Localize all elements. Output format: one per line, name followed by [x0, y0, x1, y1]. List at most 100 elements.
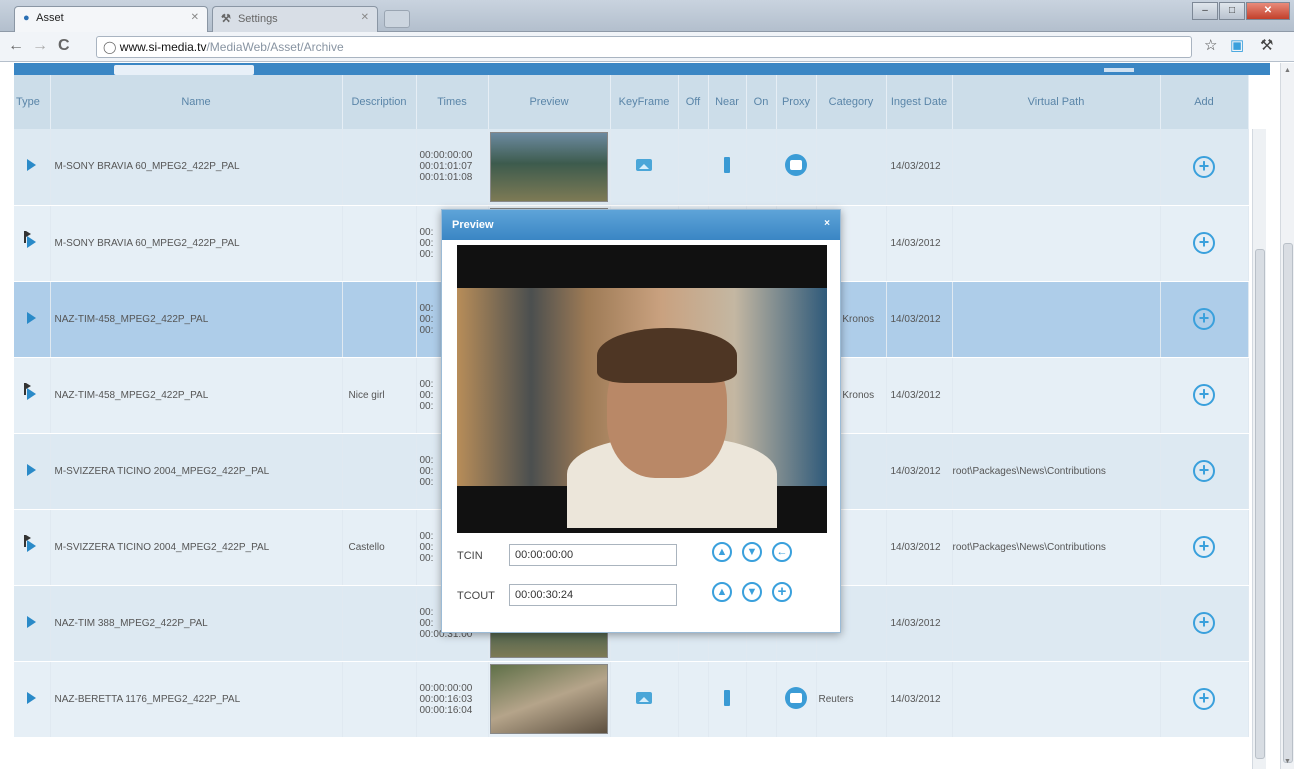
tab-close-icon[interactable]: ✕ — [191, 12, 199, 23]
preview-cell[interactable] — [488, 661, 611, 738]
preview-thumbnail[interactable] — [490, 664, 608, 734]
preview-thumbnail[interactable] — [490, 131, 608, 202]
tcout-up-icon[interactable]: ▲ — [712, 582, 732, 602]
forward-arrow-icon[interactable]: → — [32, 38, 48, 54]
column-header[interactable]: Add — [1160, 75, 1249, 129]
column-header[interactable]: Type — [14, 75, 51, 129]
add-icon[interactable]: + — [1193, 688, 1215, 710]
table-row[interactable]: M-SONY BRAVIA 60_MPEG2_422P_PAL 00:00:00:… — [14, 129, 1249, 206]
type-cell[interactable] — [14, 433, 51, 510]
type-cell[interactable] — [14, 661, 51, 738]
preview-cell[interactable] — [488, 129, 611, 206]
category-cell: Reuters — [816, 661, 887, 738]
type-cell[interactable] — [14, 129, 51, 206]
page-scrollbar[interactable]: ▲ ▼ — [1280, 63, 1294, 769]
play-icon[interactable] — [27, 311, 37, 324]
add-icon[interactable]: + — [772, 582, 792, 602]
play-icon[interactable] — [27, 463, 37, 476]
add-icon[interactable]: + — [1193, 536, 1215, 558]
address-bar[interactable]: ◯ www.si-media.tv/MediaWeb/Asset/Archive — [96, 36, 1192, 58]
play-icon[interactable] — [27, 615, 37, 628]
type-cell[interactable] — [14, 585, 51, 662]
scroll-down-icon[interactable]: ▼ — [1284, 758, 1291, 765]
tcin-field[interactable] — [509, 544, 677, 566]
tcin-down-icon[interactable]: ▼ — [742, 542, 762, 562]
close-icon[interactable]: × — [824, 218, 830, 229]
search-field[interactable] — [114, 65, 254, 75]
column-header[interactable]: Proxy — [776, 75, 817, 129]
tcin-up-icon[interactable]: ▲ — [712, 542, 732, 562]
back-arrow-icon[interactable]: ← — [772, 542, 792, 562]
play-icon[interactable] — [27, 539, 37, 552]
wrench-icon[interactable]: ⚒ — [1260, 38, 1273, 54]
toolbar-strip — [14, 63, 1270, 75]
extension-icon[interactable]: ▣ — [1230, 38, 1244, 54]
scroll-up-icon[interactable]: ▲ — [1284, 67, 1291, 74]
near-cell — [708, 129, 747, 206]
description-cell — [342, 205, 417, 282]
page-scrollbar-thumb[interactable] — [1283, 243, 1293, 763]
image-icon[interactable] — [636, 691, 652, 704]
column-header[interactable]: Category — [816, 75, 887, 129]
star-icon[interactable]: ☆ — [1204, 38, 1217, 54]
virtual-path-cell: root\Packages\News\Contributions — [952, 433, 1161, 510]
table-row[interactable]: NAZ-BERETTA 1176_MPEG2_422P_PAL 00:00:00:… — [14, 661, 1249, 738]
add-icon[interactable]: + — [1193, 308, 1215, 330]
tcout-field[interactable] — [509, 584, 677, 606]
on-cell — [746, 129, 777, 206]
add-icon[interactable]: + — [1193, 460, 1215, 482]
tab-close-icon[interactable]: ✕ — [361, 12, 369, 23]
tcout-down-icon[interactable]: ▼ — [742, 582, 762, 602]
proxy-cell[interactable] — [776, 129, 817, 206]
proxy-video-icon[interactable] — [785, 686, 807, 709]
keyframe-cell[interactable] — [610, 661, 679, 738]
column-header[interactable]: Preview — [488, 75, 611, 129]
preview-title-text: Preview — [452, 219, 494, 231]
keyframe-cell[interactable] — [610, 129, 679, 206]
tab-settings[interactable]: ⚒ Settings ✕ — [212, 6, 378, 32]
reload-icon[interactable]: C — [58, 38, 70, 54]
proxy-cell[interactable] — [776, 661, 817, 738]
maximize-icon[interactable]: □ — [1219, 2, 1245, 20]
column-header[interactable]: Off — [678, 75, 709, 129]
play-icon[interactable] — [27, 159, 37, 172]
play-icon[interactable] — [27, 387, 37, 400]
type-cell[interactable] — [14, 357, 51, 434]
column-header[interactable]: On — [746, 75, 777, 129]
column-header[interactable]: Virtual Path — [952, 75, 1161, 129]
time-value: 00:00:16:04 — [419, 704, 473, 716]
table-header-row: Type Name Description Times Preview KeyF… — [14, 75, 1249, 129]
description-cell — [342, 585, 417, 662]
tab-asset[interactable]: ● Asset ✕ — [14, 6, 208, 32]
type-cell[interactable] — [14, 281, 51, 358]
column-header[interactable]: Near — [708, 75, 747, 129]
column-header[interactable]: Ingest Date — [886, 75, 953, 129]
table-scrollbar-thumb[interactable] — [1255, 249, 1265, 759]
back-arrow-icon[interactable]: ← — [8, 38, 24, 54]
column-header[interactable]: KeyFrame — [610, 75, 679, 129]
add-icon[interactable]: + — [1193, 155, 1215, 178]
column-header[interactable]: Times — [416, 75, 489, 129]
column-header[interactable]: Name — [50, 75, 343, 129]
flag-icon — [24, 230, 31, 243]
strip-button[interactable] — [1104, 68, 1134, 72]
image-icon[interactable] — [636, 159, 652, 172]
add-icon[interactable]: + — [1193, 612, 1215, 634]
name-cell: M-SVIZZERA TICINO 2004_MPEG2_422P_PAL — [50, 433, 343, 510]
proxy-video-icon[interactable] — [785, 154, 807, 177]
time-value: 00:01:01:07 — [419, 161, 473, 173]
type-cell[interactable] — [14, 205, 51, 282]
video-player[interactable] — [457, 245, 827, 533]
play-icon[interactable] — [27, 691, 37, 704]
close-window-icon[interactable]: ✕ — [1246, 2, 1290, 20]
minimize-icon[interactable]: – — [1192, 2, 1218, 20]
add-icon[interactable]: + — [1193, 384, 1215, 406]
virtual-path-cell — [952, 205, 1161, 282]
table-scrollbar[interactable] — [1252, 129, 1266, 769]
add-icon[interactable]: + — [1193, 232, 1215, 254]
add-cell: + — [1160, 281, 1249, 358]
new-tab-button[interactable] — [384, 10, 410, 28]
type-cell[interactable] — [14, 509, 51, 586]
play-icon[interactable] — [27, 235, 37, 248]
column-header[interactable]: Description — [342, 75, 417, 129]
